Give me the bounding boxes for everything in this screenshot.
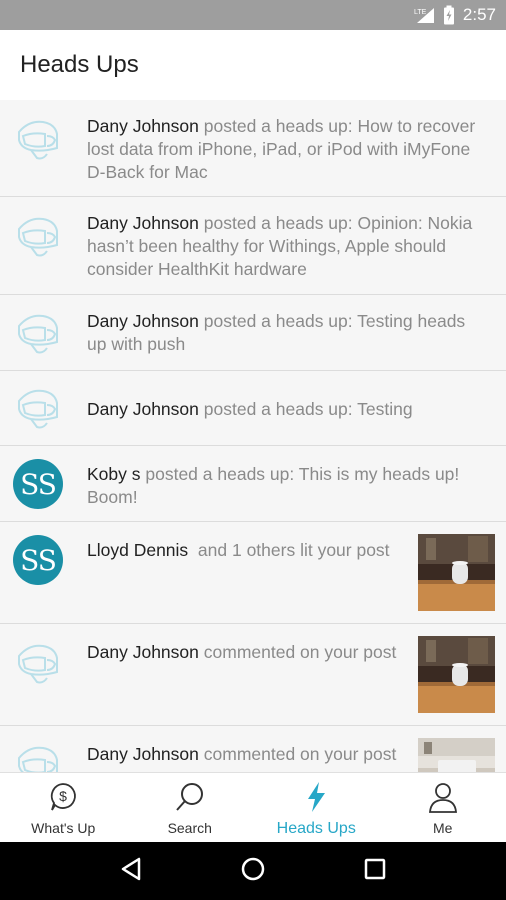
bottom-nav: $ What's Up Search Heads Ups Me (0, 772, 506, 842)
activity-text: commented on your post (203, 642, 397, 662)
activity-text: and 1 others lit your post (193, 540, 390, 560)
svg-text:LTE: LTE (414, 9, 427, 16)
app-bar: Heads Ups (0, 30, 506, 100)
back-icon[interactable] (119, 856, 143, 887)
list-item[interactable]: SS Koby s posted a heads up: This is my … (0, 446, 506, 522)
headset-icon (13, 211, 63, 261)
home-icon[interactable] (240, 856, 266, 887)
search-icon (174, 781, 206, 818)
status-bar: LTE 2:57 (0, 0, 506, 30)
list-item[interactable]: SS Lloyd Dennis and 1 others lit your po… (0, 522, 506, 624)
user-name[interactable]: Koby s (87, 464, 141, 484)
system-nav-bar (0, 842, 506, 900)
tab-whats-up[interactable]: $ What's Up (0, 773, 127, 842)
heads-up-feed[interactable]: Dany Johnson posted a heads up: How to r… (0, 100, 506, 772)
svg-text:$: $ (59, 788, 67, 804)
activity-text: posted a heads up: This is my heads up! … (87, 464, 460, 507)
post-thumbnail[interactable] (418, 738, 495, 772)
tab-label: Search (167, 820, 212, 836)
avatar[interactable]: SS (13, 459, 63, 509)
user-name[interactable]: Dany Johnson (87, 116, 199, 136)
user-name[interactable]: Dany Johnson (87, 399, 199, 419)
tab-heads-ups[interactable]: Heads Ups (253, 773, 380, 842)
tab-label: What's Up (31, 820, 96, 836)
person-icon (427, 781, 459, 818)
headset-icon (13, 308, 63, 358)
post-thumbnail[interactable] (418, 534, 495, 611)
list-item[interactable]: Dany Johnson posted a heads up: Opinion:… (0, 197, 506, 295)
list-item[interactable]: Dany Johnson posted a heads up: Testing (0, 371, 506, 446)
recents-icon[interactable] (363, 857, 387, 886)
tab-label: Heads Ups (276, 820, 356, 837)
lightning-icon (304, 781, 328, 818)
user-name[interactable]: Lloyd Dennis (87, 540, 188, 560)
user-name[interactable]: Dany Johnson (87, 744, 199, 764)
page-title: Heads Ups (20, 51, 139, 78)
user-name[interactable]: Dany Johnson (87, 213, 199, 233)
dollar-chat-icon: $ (48, 781, 78, 818)
activity-text: posted a heads up: Testing (203, 399, 413, 419)
user-name[interactable]: Dany Johnson (87, 642, 199, 662)
battery-icon (443, 5, 455, 25)
lte-signal-icon: LTE (413, 6, 435, 24)
list-item[interactable]: Dany Johnson posted a heads up: How to r… (0, 100, 506, 197)
activity-text: commented on your post (203, 744, 397, 764)
headset-icon (13, 383, 63, 433)
list-item[interactable]: Dany Johnson commented on your post (0, 624, 506, 726)
headset-icon (13, 114, 63, 164)
tab-search[interactable]: Search (127, 773, 254, 842)
headset-icon (13, 638, 63, 688)
tab-label: Me (433, 820, 453, 836)
clock: 2:57 (462, 5, 496, 24)
post-thumbnail[interactable] (418, 636, 495, 713)
headset-icon (13, 740, 63, 772)
user-name[interactable]: Dany Johnson (87, 311, 199, 331)
avatar[interactable]: SS (13, 535, 63, 585)
list-item[interactable]: Dany Johnson posted a heads up: Testing … (0, 295, 506, 371)
tab-me[interactable]: Me (380, 773, 506, 842)
list-item[interactable]: Dany Johnson commented on your post (0, 726, 506, 772)
